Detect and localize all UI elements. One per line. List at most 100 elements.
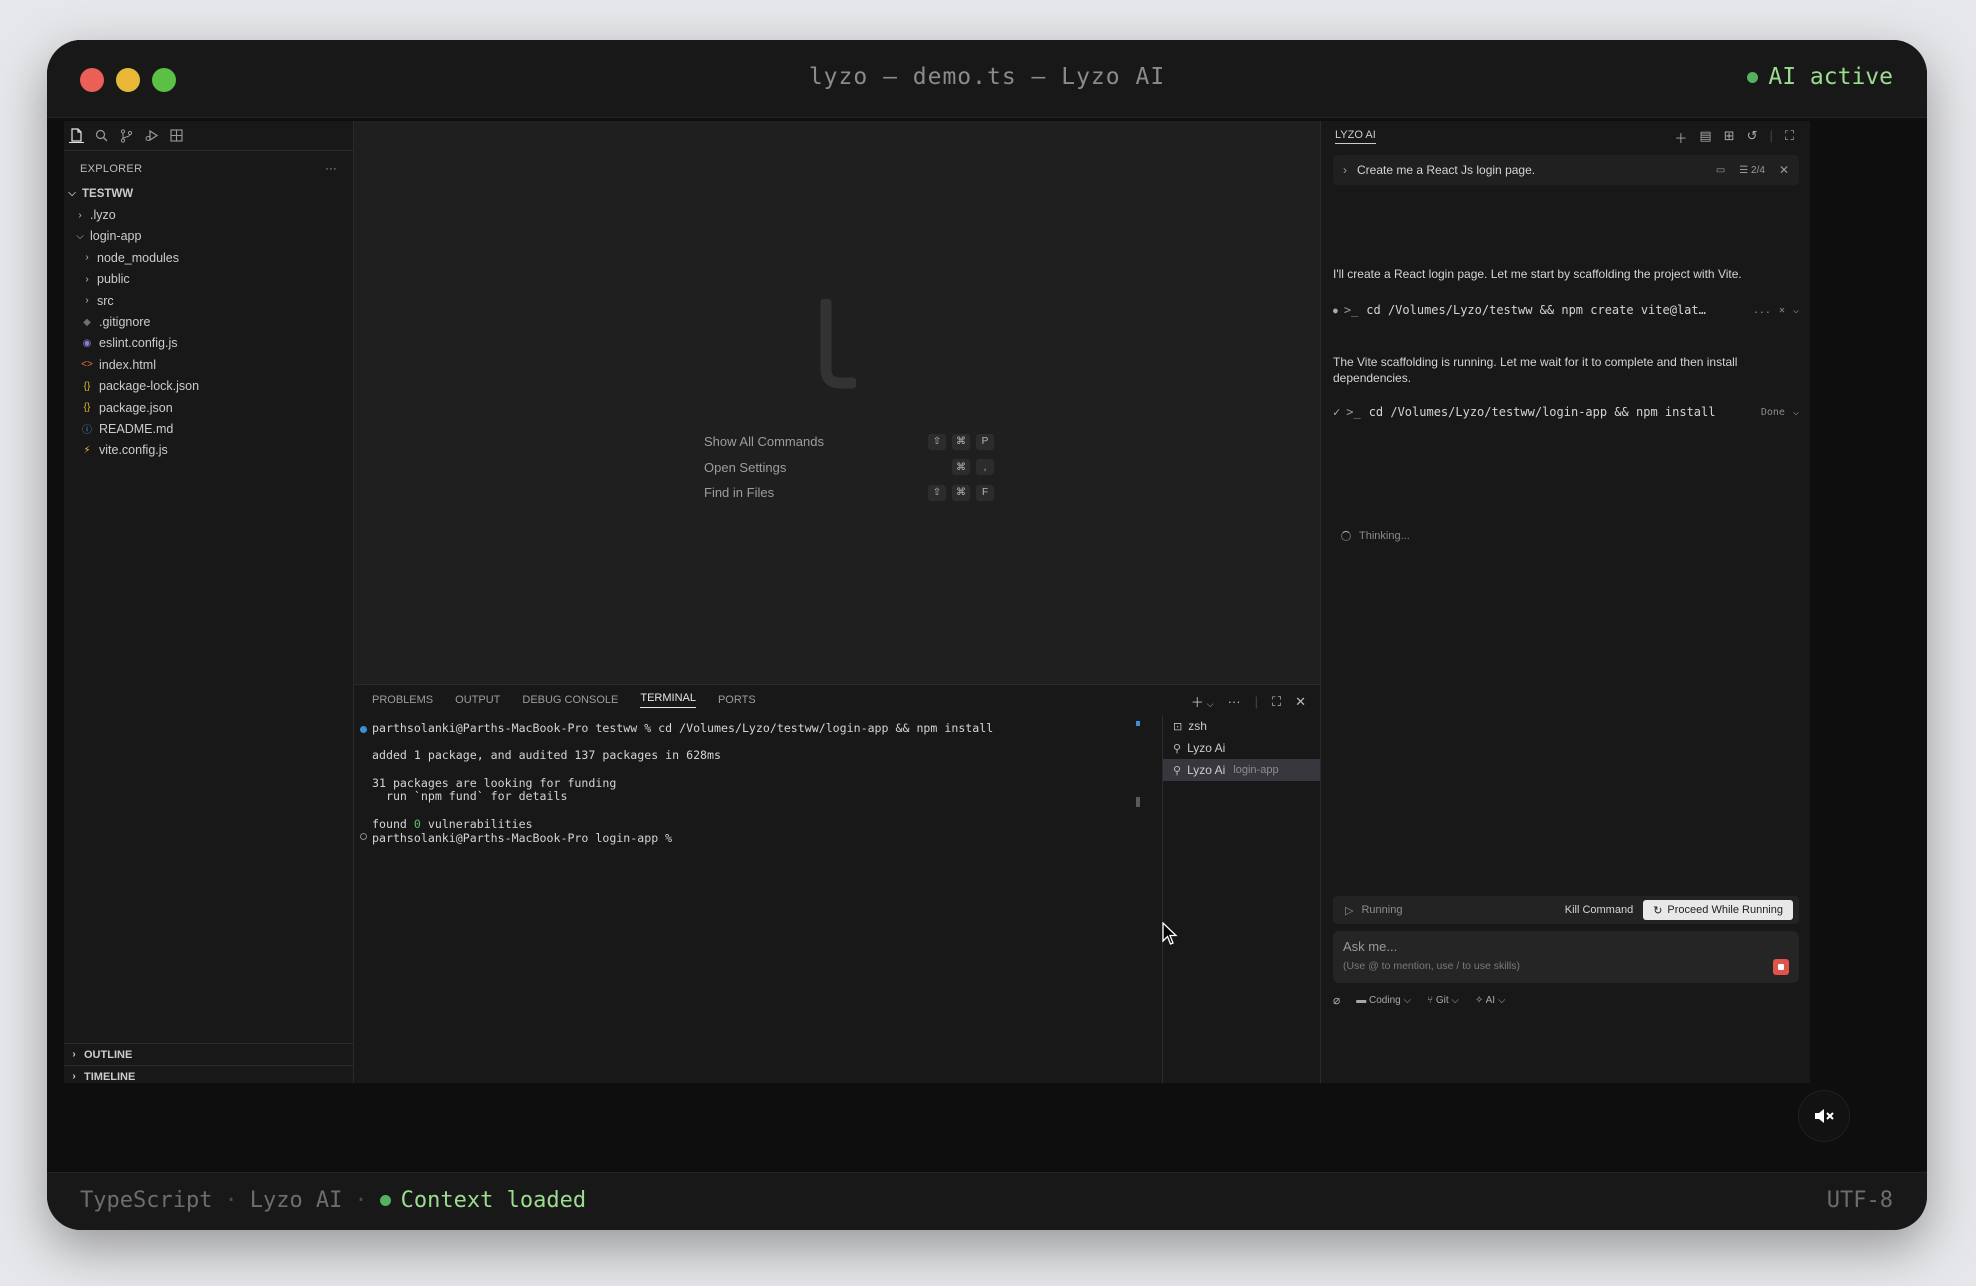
lyzo-session-icon: ⚲ (1173, 764, 1182, 777)
stop-icon (1778, 964, 1784, 970)
grid-icon[interactable]: ⊞ (1724, 128, 1735, 147)
terminal-line: parthsolanki@Parths-MacBook-Pro testww %… (372, 721, 994, 735)
new-chat-icon[interactable]: ＋ (1674, 128, 1687, 147)
shortcut-keys: ⇧ ⌘ P (928, 433, 994, 450)
terminal-session-list: ⊡ zsh ⚲ Lyzo Ai ⚲ Lyzo Ai login-app (1162, 715, 1320, 1083)
ai-status-label: AI active (1768, 64, 1893, 90)
tree-file[interactable]: ◉ eslint.config.js (64, 333, 353, 354)
terminal-session[interactable]: ⚲ Lyzo Ai (1163, 737, 1320, 759)
encoding-label: UTF-8 (1826, 1188, 1893, 1213)
checklist-icon[interactable]: ☰ 2/4 (1739, 165, 1765, 176)
command-block[interactable]: ● >_ cd /Volumes/Lyzo/testww && npm crea… (1333, 301, 1799, 319)
close-icon[interactable]: ✕ (1779, 163, 1789, 177)
key-cap: ⌘ (952, 459, 970, 476)
command-text: cd /Volumes/Lyzo/testww && npm create vi… (1366, 303, 1706, 317)
tree-item-label: vite.config.js (99, 443, 168, 458)
search-icon[interactable] (94, 128, 109, 143)
tree-item-label: README.md (99, 421, 174, 436)
chat-input[interactable]: Ask me... (Use @ to mention, use / to us… (1333, 931, 1799, 983)
shortcut-row[interactable]: Show All Commands ⇧ ⌘ P (704, 429, 994, 455)
terminal-output[interactable]: parthsolanki@Parths-MacBook-Pro testww %… (354, 715, 1150, 1083)
ai-selector[interactable]: ✧ AI ⌵ (1475, 995, 1505, 1006)
shortcut-keys: ⌘, (952, 459, 994, 476)
stop-button[interactable] (1773, 959, 1789, 975)
shortcut-list: Show All Commands ⇧ ⌘ P Open Settings ⌘, Find … (704, 429, 994, 506)
tree-file[interactable]: ⓘ README.md (64, 418, 353, 439)
tab-output[interactable]: OUTPUT (455, 694, 500, 706)
key-cap: ⌘ (952, 484, 970, 501)
session-label: Lyzo Ai (1187, 741, 1226, 755)
tree-root-label: TESTWW (82, 187, 134, 200)
panel-tabs: PROBLEMS OUTPUT DEBUG CONSOLE TERMINAL PORTS (354, 685, 1320, 715)
shortcut-label: Show All Commands (704, 434, 824, 450)
tree-folder[interactable]: ⌵ login-app (64, 226, 353, 247)
tab-debug-console[interactable]: DEBUG CONSOLE (522, 694, 618, 706)
sidebar: EXPLORER ··· ⌵ TESTWW › .lyzo ⌵ login-app › n… (64, 121, 354, 1083)
key-cap: ⌘ (952, 433, 970, 450)
kill-command-button[interactable]: Kill Command (1565, 904, 1633, 916)
tree-file[interactable]: ⚡ vite.config.js (64, 440, 353, 461)
check-icon: ✓ (1333, 405, 1341, 419)
chevron-down-icon[interactable]: ⌵ (1793, 407, 1799, 418)
ask-placeholder: Ask me... (1343, 939, 1398, 954)
shortcut-row[interactable]: Find in Files ⇧ ⌘ F (704, 480, 994, 506)
extensions-icon[interactable] (169, 128, 184, 143)
tab-terminal[interactable]: TERMINAL (640, 692, 696, 708)
terminal-icon: ⊡ (1173, 720, 1183, 733)
tab-ports[interactable]: PORTS (718, 694, 756, 706)
tree-file[interactable]: ◆ .gitignore (64, 311, 353, 332)
tree-item-label: login-app (90, 229, 142, 244)
list-icon[interactable]: ▤ (1699, 128, 1711, 147)
command-block[interactable]: ✓ >_ cd /Volumes/Lyzo/testww/login-app &… (1333, 403, 1799, 421)
outline-label: OUTLINE (84, 1048, 133, 1061)
explorer-header: EXPLORER ··· (64, 155, 353, 183)
fullscreen-icon[interactable]: ⛶ (1785, 128, 1794, 147)
command-text: cd /Volumes/Lyzo/testww/login-app && npm… (1368, 405, 1716, 419)
tree-root[interactable]: ⌵ TESTWW (64, 183, 353, 204)
chevron-down-icon[interactable]: ⌵ (1793, 305, 1799, 316)
status-bar: TypeScript · Lyzo AI · Context loaded UT… (47, 1172, 1927, 1230)
tree-file[interactable]: {} package-lock.json (64, 376, 353, 397)
tab-problems[interactable]: PROBLEMS (372, 694, 433, 706)
new-terminal-icon[interactable]: ＋ ⌵ (1191, 692, 1214, 711)
tree-folder[interactable]: › src (64, 290, 353, 311)
timeline-section[interactable]: › TIMELINE (64, 1065, 353, 1083)
files-icon[interactable] (69, 128, 84, 143)
more-actions-icon[interactable]: ··· (325, 163, 337, 175)
terminal-prompt: parthsolanki@Parths-MacBook-Pro login-ap… (372, 830, 673, 845)
outline-section[interactable]: › OUTLINE (64, 1043, 353, 1065)
mode-label: Coding (1369, 994, 1401, 1006)
maximize-panel-icon[interactable]: ⛶ (1272, 694, 1281, 710)
more-icon[interactable]: ··· (1228, 694, 1241, 709)
tree-folder[interactable]: › .lyzo (64, 204, 353, 225)
info-icon: ⓘ (82, 425, 92, 437)
prompt-text: Create me a React Js login page. (1357, 163, 1536, 177)
git-selector[interactable]: ⑂ Git ⌵ (1427, 995, 1459, 1006)
tree-file[interactable]: {} package.json (64, 397, 353, 418)
tree-file[interactable]: <> index.html (64, 354, 353, 375)
history-icon[interactable]: ↺ (1747, 128, 1758, 147)
ai-status: AI active (1747, 64, 1893, 90)
tree-folder[interactable]: › public (64, 269, 353, 290)
tree-folder[interactable]: › node_modules (64, 247, 353, 268)
mute-button[interactable] (1798, 1090, 1850, 1142)
context-label: Context loaded (400, 1188, 587, 1213)
close-icon[interactable]: ✕ (1779, 305, 1785, 316)
terminal-scrollbar[interactable] (1136, 721, 1140, 1081)
terminal-session[interactable]: ⊡ zsh (1163, 715, 1320, 737)
shortcut-row[interactable]: Open Settings ⌘, (704, 455, 994, 481)
close-panel-icon[interactable]: ✕ (1295, 694, 1306, 710)
attach-icon[interactable]: ⌀ (1333, 993, 1340, 1007)
run-debug-icon[interactable] (144, 128, 159, 143)
editor-area[interactable]: Show All Commands ⇧ ⌘ P Open Settings ⌘, Find … (354, 121, 1320, 684)
source-control-icon[interactable] (119, 128, 134, 143)
proceed-while-running-button[interactable]: ↻ Proceed While Running (1643, 900, 1793, 920)
terminal-session[interactable]: ⚲ Lyzo Ai login-app (1163, 759, 1320, 781)
tree-item-label: .gitignore (99, 315, 151, 330)
key-cap: , (976, 459, 994, 476)
activity-bar (64, 121, 353, 151)
mode-selector[interactable]: ▬ Coding ⌵ (1356, 995, 1411, 1006)
copy-icon[interactable]: ▭ (1716, 165, 1725, 176)
shortcut-keys: ⇧ ⌘ F (928, 484, 994, 501)
user-prompt[interactable]: › Create me a React Js login page. ▭ ☰ 2… (1333, 155, 1799, 185)
